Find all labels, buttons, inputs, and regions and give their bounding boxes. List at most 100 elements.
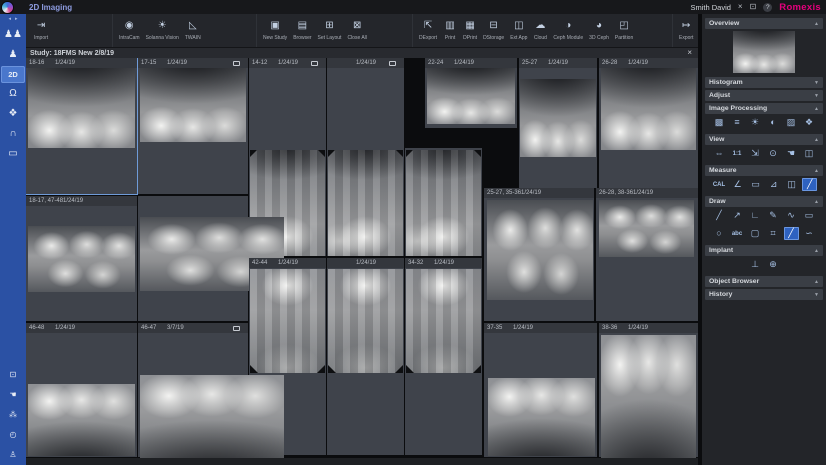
chevron-up-icon: ▲ <box>814 136 819 143</box>
dprint-button[interactable]: ▦ DPrint <box>460 14 480 47</box>
cloud-button[interactable]: ☁ Cloud <box>530 14 550 47</box>
tile-header: 26-28 1/24/19 <box>599 58 698 68</box>
section-header-histogram[interactable]: Histogram ▼ <box>705 77 823 88</box>
solanna-vision-button[interactable]: ☀ Solanna Vision <box>143 14 182 47</box>
curve-tool[interactable]: ∿ <box>784 209 799 222</box>
overview-window-tool[interactable]: ◫ <box>802 147 817 160</box>
tile-date: 1/24/19 <box>454 60 475 66</box>
line-tool[interactable]: ╱ <box>712 209 727 222</box>
xray-image <box>28 384 135 456</box>
annotation-icon <box>311 60 318 66</box>
ceph-module-button[interactable]: ◑ Ceph Module <box>550 14 586 47</box>
export-button[interactable]: ↦ Export <box>676 14 696 47</box>
ellipse-tool[interactable]: ○ <box>712 227 727 240</box>
pan-tool[interactable]: ☚ <box>784 147 799 160</box>
implant-plan-tool[interactable]: ⊕ <box>766 258 781 271</box>
sidebar-item-tmj[interactable]: ∩ <box>0 124 26 144</box>
section-header-history[interactable]: History ▼ <box>705 289 823 300</box>
close-patient-icon[interactable]: × <box>738 3 743 11</box>
cloud-icon: ☁ <box>535 20 546 31</box>
sidebar-item-approve[interactable]: ☚ <box>0 385 26 405</box>
area-tool[interactable]: ◫ <box>784 178 799 191</box>
rectangle-tool[interactable]: ▭ <box>802 209 817 222</box>
calibrate-tool[interactable]: CAL <box>711 178 727 191</box>
xray-image <box>599 200 694 257</box>
actual-size-tool[interactable]: 1:1 <box>730 147 745 160</box>
set-layout-icon: ⊞ <box>325 20 334 31</box>
section-header-measure[interactable]: Measure ▲ <box>705 165 823 176</box>
section-header-view[interactable]: View ▲ <box>705 134 823 145</box>
crop-tool[interactable]: ⌗ <box>766 227 781 240</box>
dprint-label: DPrint <box>463 35 478 41</box>
partition-button[interactable]: ◰ Partition <box>612 14 636 47</box>
section-header-draw[interactable]: Draw ▲ <box>705 196 823 207</box>
collapse-icon[interactable]: ◂ <box>8 16 11 22</box>
print-button[interactable]: ▥ Print <box>440 14 460 47</box>
sidebar-item-connections[interactable]: ⁂ <box>0 405 26 425</box>
draw-line-tool[interactable]: ╱ <box>783 227 799 240</box>
expand-icon[interactable]: ▸ <box>15 16 18 22</box>
import-button[interactable]: ⇥ Import <box>31 14 51 47</box>
section-header-implant[interactable]: Implant ▲ <box>705 245 823 256</box>
brightness-tool[interactable]: ☀ <box>748 116 763 129</box>
dstorage-icon: ⊟ <box>489 20 498 31</box>
tool-row: ○ abc ▢ ⌗ ╱ ∽ <box>705 225 823 243</box>
solanna-vision-label: Solanna Vision <box>145 35 179 41</box>
tool-row: ╱ ↗ ∟ ✎ ∿ ▭ <box>705 207 823 225</box>
pen-tool[interactable]: ✎ <box>766 209 781 222</box>
sidebar-item-2d-imaging[interactable]: 2D <box>1 66 25 83</box>
arrow-tool[interactable]: ↗ <box>730 209 745 222</box>
xray-image <box>488 378 595 456</box>
section-header-object-browser[interactable]: Object Browser ▲ <box>705 276 823 287</box>
browser-button[interactable]: ▤ Browser <box>290 14 314 47</box>
sharpen-tool[interactable]: ▨ <box>784 116 799 129</box>
intracam-button[interactable]: ◉ IntraCam <box>116 14 143 47</box>
select-rect-tool[interactable]: ▢ <box>748 227 763 240</box>
close-all-button[interactable]: ⊠ Close All <box>344 14 369 47</box>
filter-tool[interactable]: ▩ <box>712 116 727 129</box>
section-header-overview[interactable]: Overview ▲ <box>705 18 823 29</box>
implant-library-tool[interactable]: ⊥ <box>748 258 763 271</box>
xray-image <box>520 79 596 157</box>
section-header-image-processing[interactable]: Image Processing ▲ <box>705 103 823 114</box>
fit-area-tool[interactable]: ⇲ <box>748 147 763 160</box>
emboss-tool[interactable]: ❖ <box>802 116 817 129</box>
fit-screen-tool[interactable]: ⇔ <box>712 147 727 160</box>
xray-image <box>328 269 403 373</box>
ruler-tool[interactable]: ▭ <box>748 178 763 191</box>
sidebar-item-recent[interactable]: ◴ <box>0 425 26 445</box>
remote-monitor-icon[interactable]: ⊡ <box>750 3 757 11</box>
window-titlebar: 2D Imaging Smith David × ⊡ ? Romexis <box>0 0 826 14</box>
levels-tool[interactable]: ≡ <box>730 116 745 129</box>
new-study-icon: ▣ <box>270 20 280 31</box>
sidebar-item-displays[interactable]: ⊡ <box>0 365 26 385</box>
sidebar-item-patient[interactable]: ♟ <box>0 45 26 65</box>
3d-ceph-icon: ◕ <box>596 20 603 31</box>
profile-tool[interactable]: ⊿ <box>766 178 781 191</box>
sidebar-item-admin[interactable]: ♙ <box>0 445 26 465</box>
sidebar-item-files[interactable]: ▭ <box>0 144 26 164</box>
polyline-tool[interactable]: ∟ <box>748 209 763 222</box>
help-icon[interactable]: ? <box>763 2 773 12</box>
ext-app-button[interactable]: ◫ Ext App <box>507 14 530 47</box>
tile-header: 22-24 1/24/19 <box>425 58 517 68</box>
section-header-adjust[interactable]: Adjust ▼ <box>705 90 823 101</box>
twain-button[interactable]: ◺ TWAIN <box>182 14 204 47</box>
text-tool[interactable]: abc <box>730 227 745 240</box>
magnify-tool[interactable]: ⊙ <box>766 147 781 160</box>
freehand-tool[interactable]: ∽ <box>802 227 817 240</box>
sidebar-item-3d-module[interactable]: ❖ <box>0 104 26 124</box>
3d-ceph-button[interactable]: ◕ 3D Ceph <box>586 14 612 47</box>
sidebar-item-patients[interactable]: ♟♟ <box>0 25 26 45</box>
invert-tool[interactable]: ◐ <box>766 116 781 129</box>
angle-tool[interactable]: ∠ <box>730 178 745 191</box>
main-toolbar: ⇥ Import ◉ IntraCam ☀ Solanna Vision ◺ TWAIN ▣ Ne… <box>26 14 698 48</box>
line-measure-tool[interactable]: ╱ <box>802 178 818 191</box>
set-layout-button[interactable]: ⊞ Set Layout <box>315 14 345 47</box>
tile-teeth-label: 25-27, 35-36 <box>487 190 522 196</box>
dstorage-button[interactable]: ⊟ DStorage <box>480 14 507 47</box>
dexport-button[interactable]: ⇱ DExport <box>416 14 440 47</box>
close-study-icon[interactable]: × <box>687 49 692 57</box>
new-study-button[interactable]: ▣ New Study <box>260 14 290 47</box>
sidebar-item-clinic[interactable]: Ω <box>0 84 26 104</box>
